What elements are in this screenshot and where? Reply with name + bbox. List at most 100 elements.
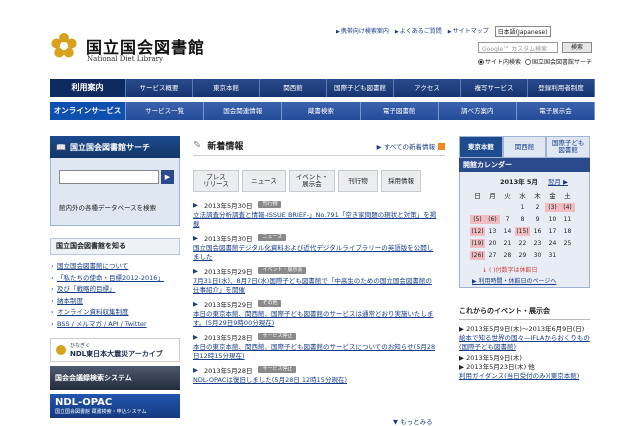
news-meta: ▶ 2013年5月28日 サービス停止 <box>193 365 445 375</box>
calendar-day: 31 <box>548 252 557 259</box>
calendar-next-month[interactable]: 翌月 ▶ <box>548 176 568 186</box>
calendar-day: (15) <box>515 227 530 236</box>
tab-news[interactable]: ニュース <box>242 170 286 192</box>
tab-kansai[interactable]: 関西館 <box>502 136 547 158</box>
diet-records-label: 国会会議録検索システム <box>55 374 132 382</box>
ndl-logo-icon[interactable] <box>50 32 78 60</box>
know-ndl-list: 国立国会図書館について 「私たちの使命・目標2012-2016」 及び「戦略的目… <box>50 261 180 330</box>
radio-ndl-search[interactable]: 国立国会図書館サーチ <box>525 57 592 66</box>
sitemap-label: サイトマップ <box>452 28 489 35</box>
arrow-icon: ▶ <box>193 299 198 308</box>
calendar-weekday: 金 <box>549 192 556 200</box>
know-ndl-heading: 国立国会図書館を知る <box>50 238 180 255</box>
event-date-text: 2013年5月9日(木) <box>466 354 522 362</box>
secondary-nav: オンラインサービス サービス一覧 国会関連情報 蔵書検索 電子図書館 調べ方案内… <box>50 102 596 120</box>
ndl-search-input[interactable] <box>59 170 159 184</box>
news-link[interactable]: 立法調査分析調査と情報-ISSUE BRIEF-」No.791「空き家問題の現状… <box>193 211 438 229</box>
nav-digital-library[interactable]: 電子図書館 <box>361 102 439 120</box>
list-item[interactable]: 国立国会図書館について <box>50 261 180 273</box>
nav-online-services[interactable]: オンラインサービス <box>50 102 126 120</box>
nav-tokyo-main[interactable]: 東京本館 <box>193 79 260 97</box>
ndl-homepage: 国立国会図書館 National Diet Library ▶携帯向け検索案内 … <box>0 0 640 426</box>
news-meta: ▶ 2013年5月29日 イベント・展示会 <box>193 266 445 276</box>
news-meta: ▶ 2013年5月28日 サービス停止 <box>193 332 445 342</box>
quake-archive-banner[interactable]: ひなぎく NDL東日本大震災アーカイブ <box>50 338 180 362</box>
events-list: ▶ 2013年5月9日(木)～2013年6月9日(日) 絵本で知る世界の国々—I… <box>459 325 590 381</box>
tab-kids-library[interactable]: 国際子ども 図書館 <box>546 136 591 158</box>
calendar-weekday: 木 <box>534 192 541 200</box>
hours-link-label: 利用時間・休館日のページへ <box>478 278 557 285</box>
more-news-link[interactable]: ▼ もっとみる <box>393 416 433 426</box>
hours-link[interactable]: ▶ 利用時間・休館日のページへ <box>472 276 556 285</box>
news-link[interactable]: NDL-OPACは復旧しました(5月28日 12時15分現在) <box>193 376 438 385</box>
news-link[interactable]: 国立国会図書館デジタル化資料および近代デジタルライブラリーの英語版を公開しました <box>193 244 438 262</box>
sitemap-link[interactable]: ▶サイトマップ <box>448 26 489 37</box>
news-tag: その他 <box>258 300 282 307</box>
ndl-search-panel: ▶ 館内外の各種データベースを検索 <box>50 158 180 226</box>
nav-guide[interactable]: 利用案内 <box>50 79 126 97</box>
event-link[interactable]: 絵本で知る世界の国々—IFLAからおくりもの(国際子ども図書館) <box>459 334 590 352</box>
tab-publications[interactable]: 刊行物 <box>338 170 378 192</box>
all-news-link[interactable]: ▶ すべての新着情報 <box>377 141 445 151</box>
calendar-day <box>500 203 515 212</box>
calendar-day: 14 <box>503 228 512 235</box>
nav-access[interactable]: アクセス <box>394 79 461 97</box>
calendar-day <box>470 203 485 212</box>
list-item[interactable]: 「私たちの使命・目標2012-2016」 <box>50 273 180 285</box>
calendar-day: 25 <box>563 240 572 247</box>
news-link[interactable]: 7月31日(水)、8月7日(水)国際子ども図書館で「中高生のための国立国会図書館… <box>193 277 438 295</box>
all-news-label: すべての新着情報 <box>383 142 435 151</box>
calendar-day: 1 <box>520 204 525 211</box>
nav-service-list[interactable]: サービス一覧 <box>126 102 205 120</box>
language-select[interactable]: 日本語(Japanese) <box>494 26 551 37</box>
calendar-day: (12) <box>470 227 485 236</box>
radio-site-search[interactable]: サイト内検索 <box>478 57 521 66</box>
rss-icon[interactable] <box>438 142 445 150</box>
calendar-day: 9 <box>535 216 540 223</box>
ndl-opac-label: NDL-OPAC <box>55 397 113 408</box>
news-link[interactable]: 本日の東京本館、関西館、国際子ども図書館のサービスは通常どおり実施いたします。(… <box>193 310 438 328</box>
calendar-weekday: 水 <box>519 192 526 200</box>
nav-e-exhibition[interactable]: 電子展示会 <box>517 102 596 120</box>
event-link[interactable]: 利用ガイダンス(当日受付のみ)(東京本館) <box>459 372 590 381</box>
list-item[interactable]: 納本制度 <box>50 296 180 308</box>
nav-diet-info[interactable]: 国会関連情報 <box>204 102 283 120</box>
nav-kansai[interactable]: 関西館 <box>260 79 327 97</box>
list-item[interactable]: オンライン資料収集制度 <box>50 307 180 319</box>
nav-catalog-search[interactable]: 蔵書検索 <box>282 102 361 120</box>
nav-research-guide[interactable]: 調べ方案内 <box>439 102 517 120</box>
news-link[interactable]: 本日の東京本館、関西館、国際子ども図書館のサービスについてのお知らせ(5月28日… <box>193 343 438 361</box>
tab-events[interactable]: イベント・ 展示会 <box>289 170 335 192</box>
hinagiku-icon <box>56 345 66 355</box>
calendar-day: 27 <box>488 252 497 259</box>
tab-tokyo[interactable]: 東京本館 <box>459 136 503 158</box>
calendar-legend-text: ( )付数字は休館日 <box>488 267 538 274</box>
nav-kids-library[interactable]: 国際子ども図書館 <box>327 79 394 97</box>
news-tag: サービス停止 <box>258 366 297 373</box>
calendar-day: 16 <box>533 228 542 235</box>
news-tag: イベント・展示会 <box>258 267 307 274</box>
site-search-button[interactable]: 検索 <box>562 42 592 53</box>
logo-english[interactable]: National Diet Library <box>87 55 163 63</box>
diet-records-banner[interactable]: 国会会議録検索システム <box>50 366 180 390</box>
ndl-opac-banner[interactable]: NDL-OPAC 国立国会図書館 蔵書検索・申込システム <box>50 394 180 418</box>
news-tag: ニュース <box>258 234 287 241</box>
news-item: ▶ 2013年5月28日 サービス停止 NDL-OPACは復旧しました(5月28日 … <box>193 365 445 385</box>
nav-copy-service[interactable]: 複写サービス <box>461 79 528 97</box>
center-column: ✎ 新着情報 ▶ すべての新着情報 プレス リリース ニュース イベント・ 展示… <box>193 136 445 426</box>
nav-service-overview[interactable]: サービス概要 <box>126 79 193 97</box>
tab-recruitment[interactable]: 採用情報 <box>381 170 421 192</box>
ndl-search-header: 📖 国立国会図書館サーチ <box>50 136 180 158</box>
nav-registered-user[interactable]: 登録利用者制度 <box>528 79 595 97</box>
ndl-search-title: 国立国会図書館サーチ <box>69 142 150 152</box>
news-tag: 刊行物 <box>258 201 282 208</box>
list-item[interactable]: BSS / メルマガ / API / Twitter <box>50 319 180 331</box>
mobile-search-link[interactable]: ▶携帯向け検索案内 <box>336 26 389 37</box>
ndl-search-button[interactable]: ▶ <box>161 170 174 184</box>
tab-press-release[interactable]: プレス リリース <box>193 170 239 192</box>
news-date: 2013年5月29日 <box>204 300 253 309</box>
list-item[interactable]: 及び「戦略的目標」 <box>50 284 180 296</box>
faq-link[interactable]: ▶よくあるご質問 <box>395 26 442 37</box>
site-search-input[interactable]: Google™ カスタム検索 <box>478 42 558 53</box>
calendar-day: 24 <box>548 240 557 247</box>
